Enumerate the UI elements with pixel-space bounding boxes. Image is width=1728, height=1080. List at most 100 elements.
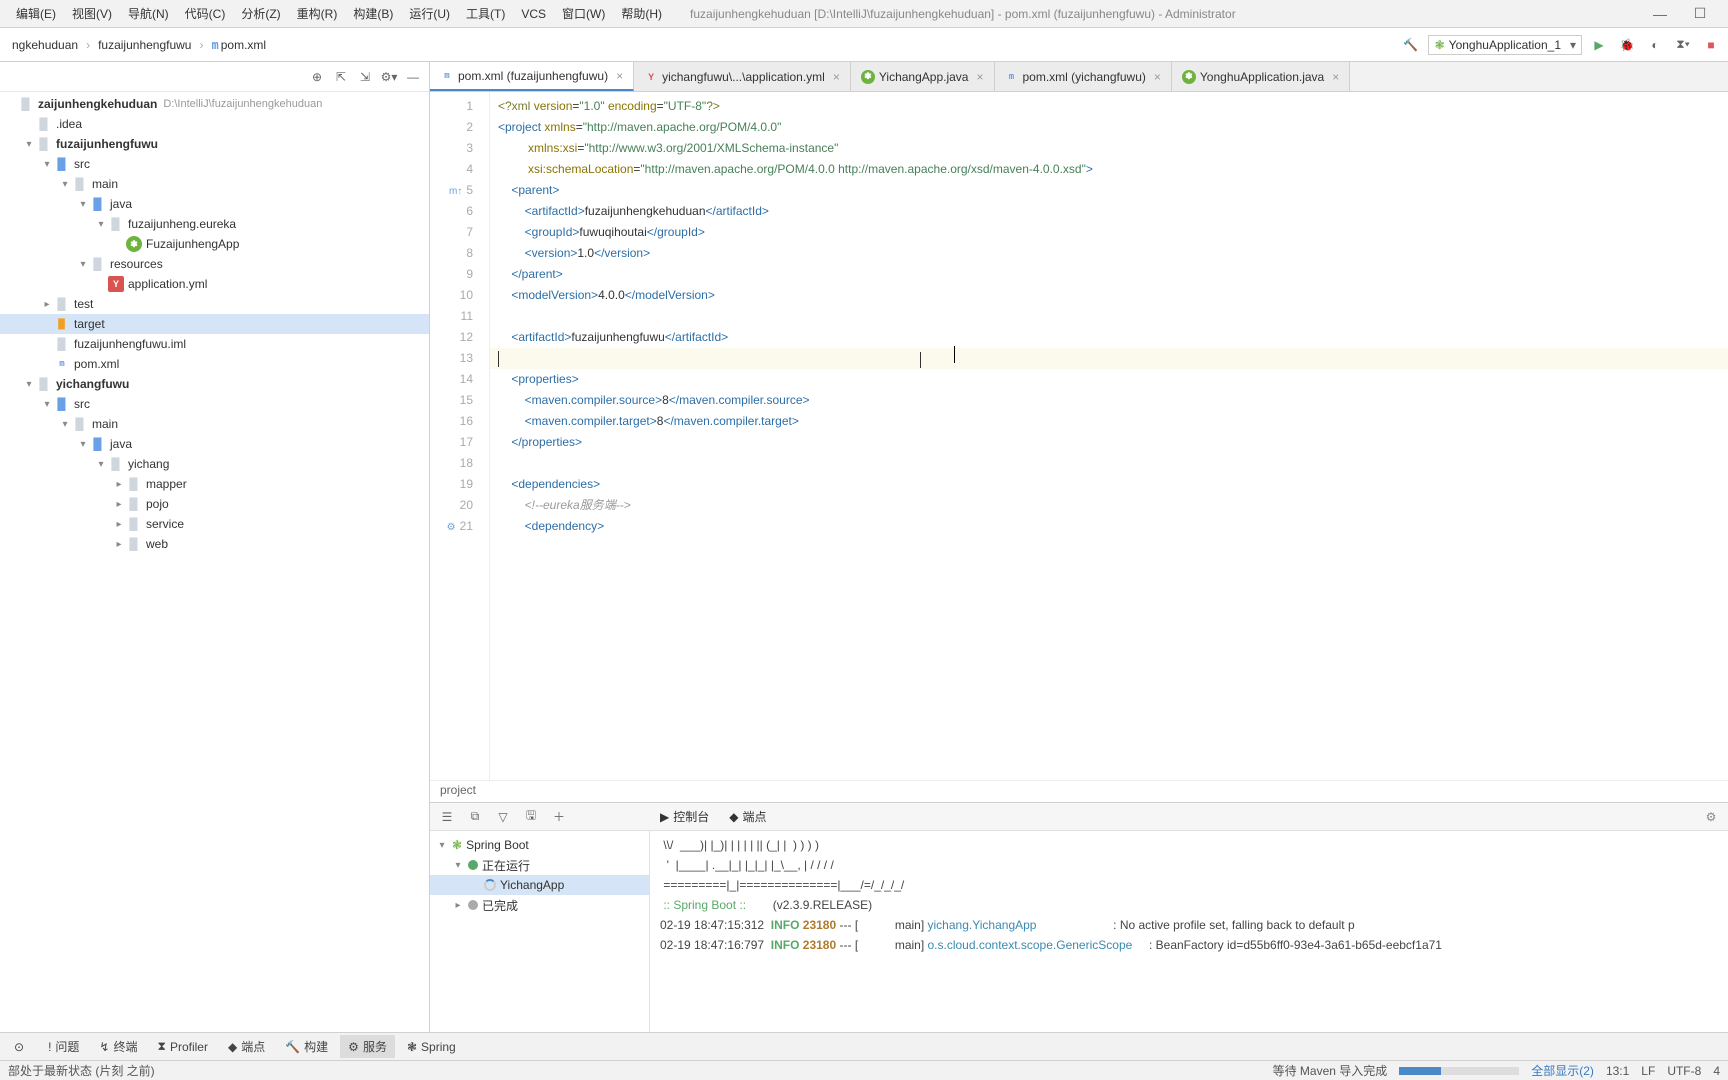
caret-position[interactable]: 13:1 xyxy=(1606,1064,1629,1078)
tree-item[interactable]: Y application.yml xyxy=(0,274,429,294)
breadcrumb-item[interactable]: fuzaijunhengfuwu xyxy=(92,36,197,54)
file-encoding[interactable]: UTF-8 xyxy=(1667,1064,1701,1078)
menu-item[interactable]: 分析(Z) xyxy=(233,3,288,25)
services-tree-item[interactable]: ▸ 已完成 xyxy=(430,895,649,915)
tree-twisty-icon[interactable]: ▾ xyxy=(436,840,448,851)
tree-twisty-icon[interactable]: ▾ xyxy=(76,199,90,210)
close-icon[interactable]: × xyxy=(976,70,983,84)
menu-item[interactable]: 编辑(E) xyxy=(8,3,64,25)
menu-item[interactable]: 构建(B) xyxy=(345,3,401,25)
tree-twisty-icon[interactable]: ▾ xyxy=(40,159,54,170)
stop-button[interactable]: ■ xyxy=(1700,34,1722,56)
tree-item[interactable]: ▸ mapper xyxy=(0,474,429,494)
editor-tab[interactable]: m pom.xml (yichangfuwu) × xyxy=(995,62,1172,91)
tree-twisty-icon[interactable]: ▾ xyxy=(76,259,90,270)
menu-item[interactable]: 重构(R) xyxy=(289,3,346,25)
editor-tab[interactable]: ❃ YichangApp.java × xyxy=(851,62,995,91)
minimize-button[interactable]: — xyxy=(1640,6,1680,22)
menu-item[interactable]: 帮助(H) xyxy=(613,3,670,25)
tree-twisty-icon[interactable]: ▸ xyxy=(112,539,126,550)
services-tree-item[interactable]: ▾ 正在运行 xyxy=(430,855,649,875)
menu-item[interactable]: 代码(C) xyxy=(177,3,234,25)
tree-twisty-icon[interactable]: ▾ xyxy=(58,419,72,430)
services-tree[interactable]: ▾❃ Spring Boot ▾ 正在运行 YichangApp ▸ 已完成 xyxy=(430,831,650,1032)
tool-window-button[interactable]: 🔨构建 xyxy=(277,1035,336,1058)
coverage-button[interactable]: ◐ xyxy=(1644,34,1666,56)
build-icon[interactable]: 🔨 xyxy=(1400,34,1422,56)
settings-icon[interactable]: ⚙▾ xyxy=(379,67,399,87)
menu-item[interactable]: VCS xyxy=(513,3,554,25)
menu-item[interactable]: 导航(N) xyxy=(120,3,177,25)
add-icon[interactable]: ＋ xyxy=(550,808,568,826)
tool-window-button[interactable]: !问题 xyxy=(40,1035,87,1058)
services-tab[interactable]: ▶控制台 xyxy=(650,804,719,829)
breadcrumb-item[interactable]: ngkehuduan xyxy=(6,36,84,54)
editor-tab[interactable]: Y yichangfuwu\...\application.yml × xyxy=(634,62,851,91)
tree-twisty-icon[interactable]: ▸ xyxy=(112,519,126,530)
tree-item[interactable]: ▸ web xyxy=(0,534,429,554)
project-tree[interactable]: zaijunhengkehuduan D:\IntelliJ\fuzaijunh… xyxy=(0,92,429,1032)
tree-twisty-icon[interactable]: ▸ xyxy=(40,299,54,310)
close-icon[interactable]: × xyxy=(1154,70,1161,84)
tree-item[interactable]: ▾ yichangfuwu xyxy=(0,374,429,394)
run-config-select[interactable]: ❃ YonghuApplication_1 xyxy=(1428,35,1582,55)
services-tree-item[interactable]: ▾❃ Spring Boot xyxy=(430,835,649,855)
tree-twisty-icon[interactable]: ▾ xyxy=(452,860,464,871)
close-icon[interactable]: × xyxy=(833,70,840,84)
tree-item[interactable]: ▾ fuzaijunheng.eureka xyxy=(0,214,429,234)
group-icon[interactable]: ⧉ xyxy=(466,808,484,826)
services-tab[interactable]: ◆端点 xyxy=(719,804,776,829)
tree-twisty-icon[interactable]: ▸ xyxy=(112,499,126,510)
collapse-all-icon[interactable]: ⇲ xyxy=(355,67,375,87)
tool-window-button[interactable]: ⊙ xyxy=(6,1037,36,1057)
tree-twisty-icon[interactable]: ▾ xyxy=(40,399,54,410)
tree-item[interactable]: .idea xyxy=(0,114,429,134)
close-icon[interactable]: × xyxy=(1332,70,1339,84)
background-task-label[interactable]: 等待 Maven 导入完成 xyxy=(1273,1062,1388,1079)
services-tree-item[interactable]: YichangApp xyxy=(430,875,649,895)
tree-twisty-icon[interactable]: ▾ xyxy=(58,179,72,190)
breadcrumb-item[interactable]: mpom.xml xyxy=(205,36,272,54)
editor-tab[interactable]: ❃ YonghuApplication.java × xyxy=(1172,62,1350,91)
tree-twisty-icon[interactable]: ▸ xyxy=(452,900,464,911)
tree-item[interactable]: ▾ java xyxy=(0,194,429,214)
tree-item[interactable]: ▸ pojo xyxy=(0,494,429,514)
editor-gutter[interactable]: 1234m↑567891011121314151617181920⚙21 xyxy=(430,92,490,780)
tree-twisty-icon[interactable]: ▸ xyxy=(112,479,126,490)
tree-item[interactable]: ▾ yichang xyxy=(0,454,429,474)
line-separator[interactable]: LF xyxy=(1641,1064,1655,1078)
editor-breadcrumb[interactable]: project xyxy=(430,780,1728,802)
tree-item[interactable]: ❃ FuzaijunhengApp xyxy=(0,234,429,254)
tree-item[interactable]: ▉ target xyxy=(0,314,429,334)
tree-item[interactable]: ▾ src xyxy=(0,394,429,414)
tree-item[interactable]: ▾ main xyxy=(0,414,429,434)
tree-item[interactable]: ▾ java xyxy=(0,434,429,454)
tool-window-button[interactable]: ⚙服务 xyxy=(340,1035,395,1058)
tree-item[interactable]: ▸ service xyxy=(0,514,429,534)
select-opened-file-icon[interactable]: ⊕ xyxy=(307,67,327,87)
show-all-link[interactable]: 全部显示(2) xyxy=(1531,1062,1594,1079)
tree-twisty-icon[interactable]: ▾ xyxy=(94,219,108,230)
tree-item[interactable]: fuzaijunhengfuwu.iml xyxy=(0,334,429,354)
profile-button[interactable]: ⧗▾ xyxy=(1672,34,1694,56)
gear-icon[interactable]: ⚙ xyxy=(1702,808,1720,826)
editor-tab[interactable]: m pom.xml (fuzaijunhengfuwu) × xyxy=(430,62,634,91)
tool-window-button[interactable]: ◆端点 xyxy=(220,1035,273,1058)
funnel-icon[interactable]: ▽ xyxy=(494,808,512,826)
tree-item[interactable]: zaijunhengkehuduan D:\IntelliJ\fuzaijunh… xyxy=(0,94,429,114)
indent-info[interactable]: 4 xyxy=(1713,1064,1720,1078)
tree-item[interactable]: ▾ src xyxy=(0,154,429,174)
progress-bar[interactable] xyxy=(1399,1067,1519,1075)
console-output[interactable]: \\/ ___)| |_)| | | | | || (_| | ) ) ) ) … xyxy=(650,831,1728,1032)
tool-window-button[interactable]: ⧗Profiler xyxy=(150,1036,216,1057)
maximize-button[interactable]: ☐ xyxy=(1680,5,1720,22)
filter-icon[interactable]: ☰ xyxy=(438,808,456,826)
close-icon[interactable]: × xyxy=(616,69,623,83)
tool-window-button[interactable]: ↯终端 xyxy=(91,1035,145,1058)
tree-item[interactable]: ▾ main xyxy=(0,174,429,194)
menu-item[interactable]: 工具(T) xyxy=(458,3,513,25)
debug-button[interactable]: 🐞 xyxy=(1616,34,1638,56)
editor-content[interactable]: <?xml version="1.0" encoding="UTF-8"?><p… xyxy=(490,92,1728,780)
menu-item[interactable]: 视图(V) xyxy=(64,3,120,25)
hide-icon[interactable]: — xyxy=(403,67,423,87)
